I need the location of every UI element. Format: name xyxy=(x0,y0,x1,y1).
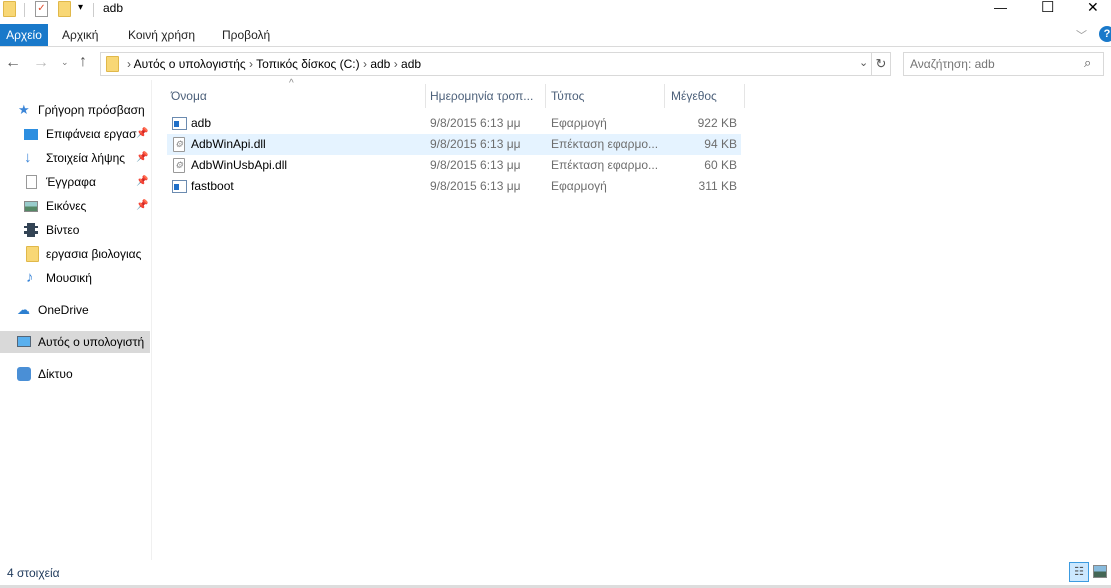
pin-icon[interactable]: 📌 xyxy=(136,123,148,145)
tab-view[interactable]: Προβολή xyxy=(222,24,270,46)
nav-quick-access[interactable]: ★ Γρήγορη πρόσβαση xyxy=(0,99,150,121)
nav-documents[interactable]: Έγγραφα 📌 xyxy=(0,171,150,193)
computer-icon xyxy=(17,336,31,347)
column-separator[interactable] xyxy=(545,84,546,108)
pin-icon[interactable]: 📌 xyxy=(136,171,148,193)
search-input[interactable] xyxy=(910,57,1080,71)
file-row[interactable]: AdbWinUsbApi.dll9/8/2015 6:13 μμΕπέκταση… xyxy=(167,155,741,176)
tab-home[interactable]: Αρχική xyxy=(62,24,98,46)
network-icon xyxy=(17,367,31,381)
video-icon xyxy=(24,223,38,237)
recent-locations-button[interactable]: ⌄ xyxy=(61,57,69,68)
file-row[interactable]: adb 9/8/2015 6:13 μμ Εφαρμογή 922 KB xyxy=(167,113,741,134)
maximize-button[interactable]: ☐ xyxy=(1041,0,1054,16)
folder-icon xyxy=(26,246,39,262)
cloud-icon: ☁ xyxy=(17,302,30,317)
divider xyxy=(0,46,1111,47)
sort-ascending-icon: ^ xyxy=(289,78,294,89)
breadcrumb-this-pc[interactable]: Αυτός ο υπολογιστής xyxy=(134,57,246,71)
download-icon: ↓ xyxy=(24,149,32,166)
back-button[interactable]: ← xyxy=(5,54,21,72)
details-view-button[interactable]: ☷ xyxy=(1069,562,1089,582)
document-icon xyxy=(26,175,37,189)
close-button[interactable]: ✕ xyxy=(1087,0,1099,16)
divider xyxy=(24,3,25,17)
new-folder-icon[interactable] xyxy=(58,1,71,17)
pane-divider xyxy=(151,80,152,560)
column-size[interactable]: Μέγεθος xyxy=(671,84,717,108)
music-icon: ♪ xyxy=(26,269,34,286)
column-separator[interactable] xyxy=(744,84,745,108)
forward-button[interactable]: → xyxy=(33,54,49,72)
pin-icon[interactable]: 📌 xyxy=(136,147,148,169)
up-button[interactable]: ↑ xyxy=(79,53,87,71)
nav-pictures[interactable]: Εικόνες 📌 xyxy=(0,195,150,217)
folder-icon xyxy=(3,1,16,17)
address-bar[interactable]: › Αυτός ο υπολογιστής › Τοπικός δίσκος (… xyxy=(100,52,872,76)
customize-toolbar-icon[interactable]: ▾ xyxy=(78,2,83,13)
nav-onedrive[interactable]: ☁ OneDrive xyxy=(0,299,150,321)
item-count: 4 στοιχεία xyxy=(7,566,60,580)
tab-file[interactable]: Αρχείο xyxy=(0,24,48,46)
application-icon xyxy=(172,180,187,193)
search-icon[interactable]: ⌕ xyxy=(1084,55,1091,71)
folder-icon xyxy=(106,56,119,72)
nav-music[interactable]: ♪ Μουσική xyxy=(0,267,150,289)
star-icon: ★ xyxy=(18,102,30,117)
breadcrumb-adb[interactable]: adb xyxy=(370,57,390,71)
column-name[interactable]: Όνομα xyxy=(171,84,207,108)
nav-desktop[interactable]: Επιφάνεια εργασ 📌 xyxy=(0,123,150,145)
file-row[interactable]: AdbWinApi.dll9/8/2015 6:13 μμΕπέκταση εφ… xyxy=(167,134,741,155)
refresh-button[interactable]: ↻ xyxy=(871,52,891,76)
column-separator[interactable] xyxy=(425,84,426,108)
search-box[interactable]: ⌕ xyxy=(903,52,1104,76)
dll-icon xyxy=(173,134,185,155)
expand-ribbon-icon[interactable]: ﹀ xyxy=(1076,27,1087,43)
nav-this-pc[interactable]: Αυτός ο υπολογιστή xyxy=(0,331,150,353)
large-icons-view-button[interactable] xyxy=(1093,565,1107,578)
application-icon xyxy=(172,117,187,130)
column-date[interactable]: Ημερομηνία τροπ... xyxy=(430,84,533,108)
column-separator[interactable] xyxy=(664,84,665,108)
dll-icon xyxy=(173,155,185,176)
nav-videos[interactable]: Βίντεο xyxy=(0,219,150,241)
pin-icon[interactable]: 📌 xyxy=(136,195,148,217)
pictures-icon xyxy=(24,201,38,212)
column-type[interactable]: Τύπος xyxy=(551,84,584,108)
help-icon[interactable]: ? xyxy=(1099,26,1111,42)
nav-folder-biology[interactable]: εργασια βιολογιας xyxy=(0,243,150,265)
minimize-button[interactable]: — xyxy=(994,0,1007,15)
tab-share[interactable]: Κοινή χρήση xyxy=(128,24,195,46)
address-dropdown-icon[interactable]: ⌄ xyxy=(859,56,868,69)
window-title: adb xyxy=(103,1,124,15)
file-row[interactable]: fastboot 9/8/2015 6:13 μμ Εφαρμογή 311 KB xyxy=(167,176,741,197)
divider xyxy=(93,3,94,17)
nav-downloads[interactable]: ↓ Στοιχεία λήψης 📌 xyxy=(0,147,150,169)
nav-network[interactable]: Δίκτυο xyxy=(0,363,150,385)
breadcrumb-adb-current[interactable]: adb xyxy=(401,57,421,71)
desktop-icon xyxy=(24,129,38,140)
breadcrumb-c-drive[interactable]: Τοπικός δίσκος (C:) xyxy=(256,57,360,71)
properties-icon[interactable]: ✓ xyxy=(35,1,48,17)
